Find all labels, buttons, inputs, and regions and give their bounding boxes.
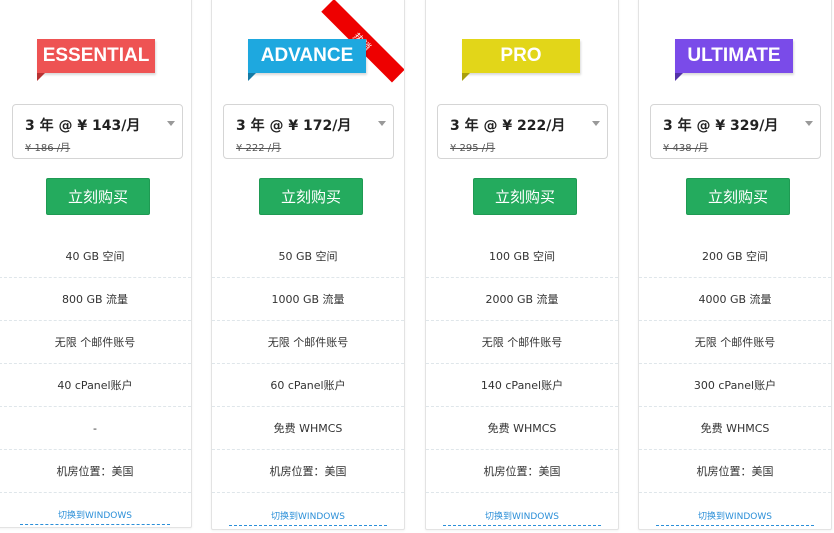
switch-windows-link[interactable]: 切换到WINDOWS	[20, 508, 170, 525]
plan-card-advance: 热销 ADVANCE 3 年 @ ¥ 172/月 ¥ 222 /月 立刻购买 5…	[211, 0, 405, 530]
feature-list: 40 GB 空间 800 GB 流量 无限 个邮件账号 40 cPanel账户 …	[0, 235, 191, 493]
buy-now-button[interactable]: 立刻购买	[46, 178, 150, 215]
plan-name-tag: ULTIMATE	[675, 39, 793, 81]
feature-disk: 200 GB 空间	[639, 235, 831, 278]
feature-bandwidth: 2000 GB 流量	[426, 278, 618, 321]
plan-name-tag: ADVANCE	[248, 39, 366, 81]
feature-list: 50 GB 空间 1000 GB 流量 无限 个邮件账号 60 cPanel账户…	[212, 235, 404, 493]
switch-windows-link[interactable]: 切换到WINDOWS	[229, 509, 387, 526]
chevron-down-icon	[592, 121, 600, 126]
chevron-down-icon	[378, 121, 386, 126]
feature-list: 200 GB 空间 4000 GB 流量 无限 个邮件账号 300 cPanel…	[639, 235, 831, 493]
billing-cycle-select[interactable]: 3 年 @ ¥ 172/月 ¥ 222 /月	[223, 104, 394, 159]
switch-windows-link[interactable]: 切换到WINDOWS	[443, 509, 601, 526]
feature-bandwidth: 800 GB 流量	[0, 278, 191, 321]
selected-price: 3 年 @ ¥ 172/月	[236, 118, 352, 134]
feature-email: 无限 个邮件账号	[0, 321, 191, 364]
feature-bandwidth: 4000 GB 流量	[639, 278, 831, 321]
feature-disk: 40 GB 空间	[0, 235, 191, 278]
plan-name-tag: PRO	[462, 39, 580, 81]
plan-card-pro: PRO 3 年 @ ¥ 222/月 ¥ 295 /月 立刻购买 100 GB 空…	[425, 0, 619, 530]
chevron-down-icon	[167, 121, 175, 126]
plan-card-essential: ESSENTIAL 3 年 @ ¥ 143/月 ¥ 186 /月 立刻购买 40…	[0, 0, 192, 528]
feature-list: 100 GB 空间 2000 GB 流量 无限 个邮件账号 140 cPanel…	[426, 235, 618, 493]
original-price: ¥ 186 /月	[25, 143, 71, 154]
feature-disk: 100 GB 空间	[426, 235, 618, 278]
billing-cycle-select[interactable]: 3 年 @ ¥ 222/月 ¥ 295 /月	[437, 104, 608, 159]
selected-price: 3 年 @ ¥ 222/月	[450, 118, 566, 134]
buy-now-button[interactable]: 立刻购买	[686, 178, 790, 215]
original-price: ¥ 295 /月	[450, 143, 496, 154]
feature-whmcs: 免费 WHMCS	[426, 407, 618, 450]
feature-location: 机房位置：美国	[639, 450, 831, 493]
plan-name-tag: ESSENTIAL	[37, 39, 155, 81]
feature-bandwidth: 1000 GB 流量	[212, 278, 404, 321]
buy-now-button[interactable]: 立刻购买	[473, 178, 577, 215]
billing-cycle-select[interactable]: 3 年 @ ¥ 143/月 ¥ 186 /月	[12, 104, 183, 159]
feature-email: 无限 个邮件账号	[426, 321, 618, 364]
switch-windows-link[interactable]: 切换到WINDOWS	[656, 509, 814, 526]
original-price: ¥ 438 /月	[663, 143, 709, 154]
feature-cpanel: 60 cPanel账户	[212, 364, 404, 407]
selected-price: 3 年 @ ¥ 329/月	[663, 118, 779, 134]
feature-location: 机房位置：美国	[426, 450, 618, 493]
feature-cpanel: 140 cPanel账户	[426, 364, 618, 407]
feature-disk: 50 GB 空间	[212, 235, 404, 278]
feature-email: 无限 个邮件账号	[639, 321, 831, 364]
feature-whmcs: 免费 WHMCS	[212, 407, 404, 450]
plan-card-ultimate: ULTIMATE 3 年 @ ¥ 329/月 ¥ 438 /月 立刻购买 200…	[638, 0, 832, 530]
feature-whmcs: -	[0, 407, 191, 450]
feature-cpanel: 40 cPanel账户	[0, 364, 191, 407]
feature-cpanel: 300 cPanel账户	[639, 364, 831, 407]
feature-location: 机房位置：美国	[212, 450, 404, 493]
feature-whmcs: 免费 WHMCS	[639, 407, 831, 450]
feature-email: 无限 个邮件账号	[212, 321, 404, 364]
buy-now-button[interactable]: 立刻购买	[259, 178, 363, 215]
feature-location: 机房位置：美国	[0, 450, 191, 493]
chevron-down-icon	[805, 121, 813, 126]
selected-price: 3 年 @ ¥ 143/月	[25, 118, 141, 134]
original-price: ¥ 222 /月	[236, 143, 282, 154]
billing-cycle-select[interactable]: 3 年 @ ¥ 329/月 ¥ 438 /月	[650, 104, 821, 159]
